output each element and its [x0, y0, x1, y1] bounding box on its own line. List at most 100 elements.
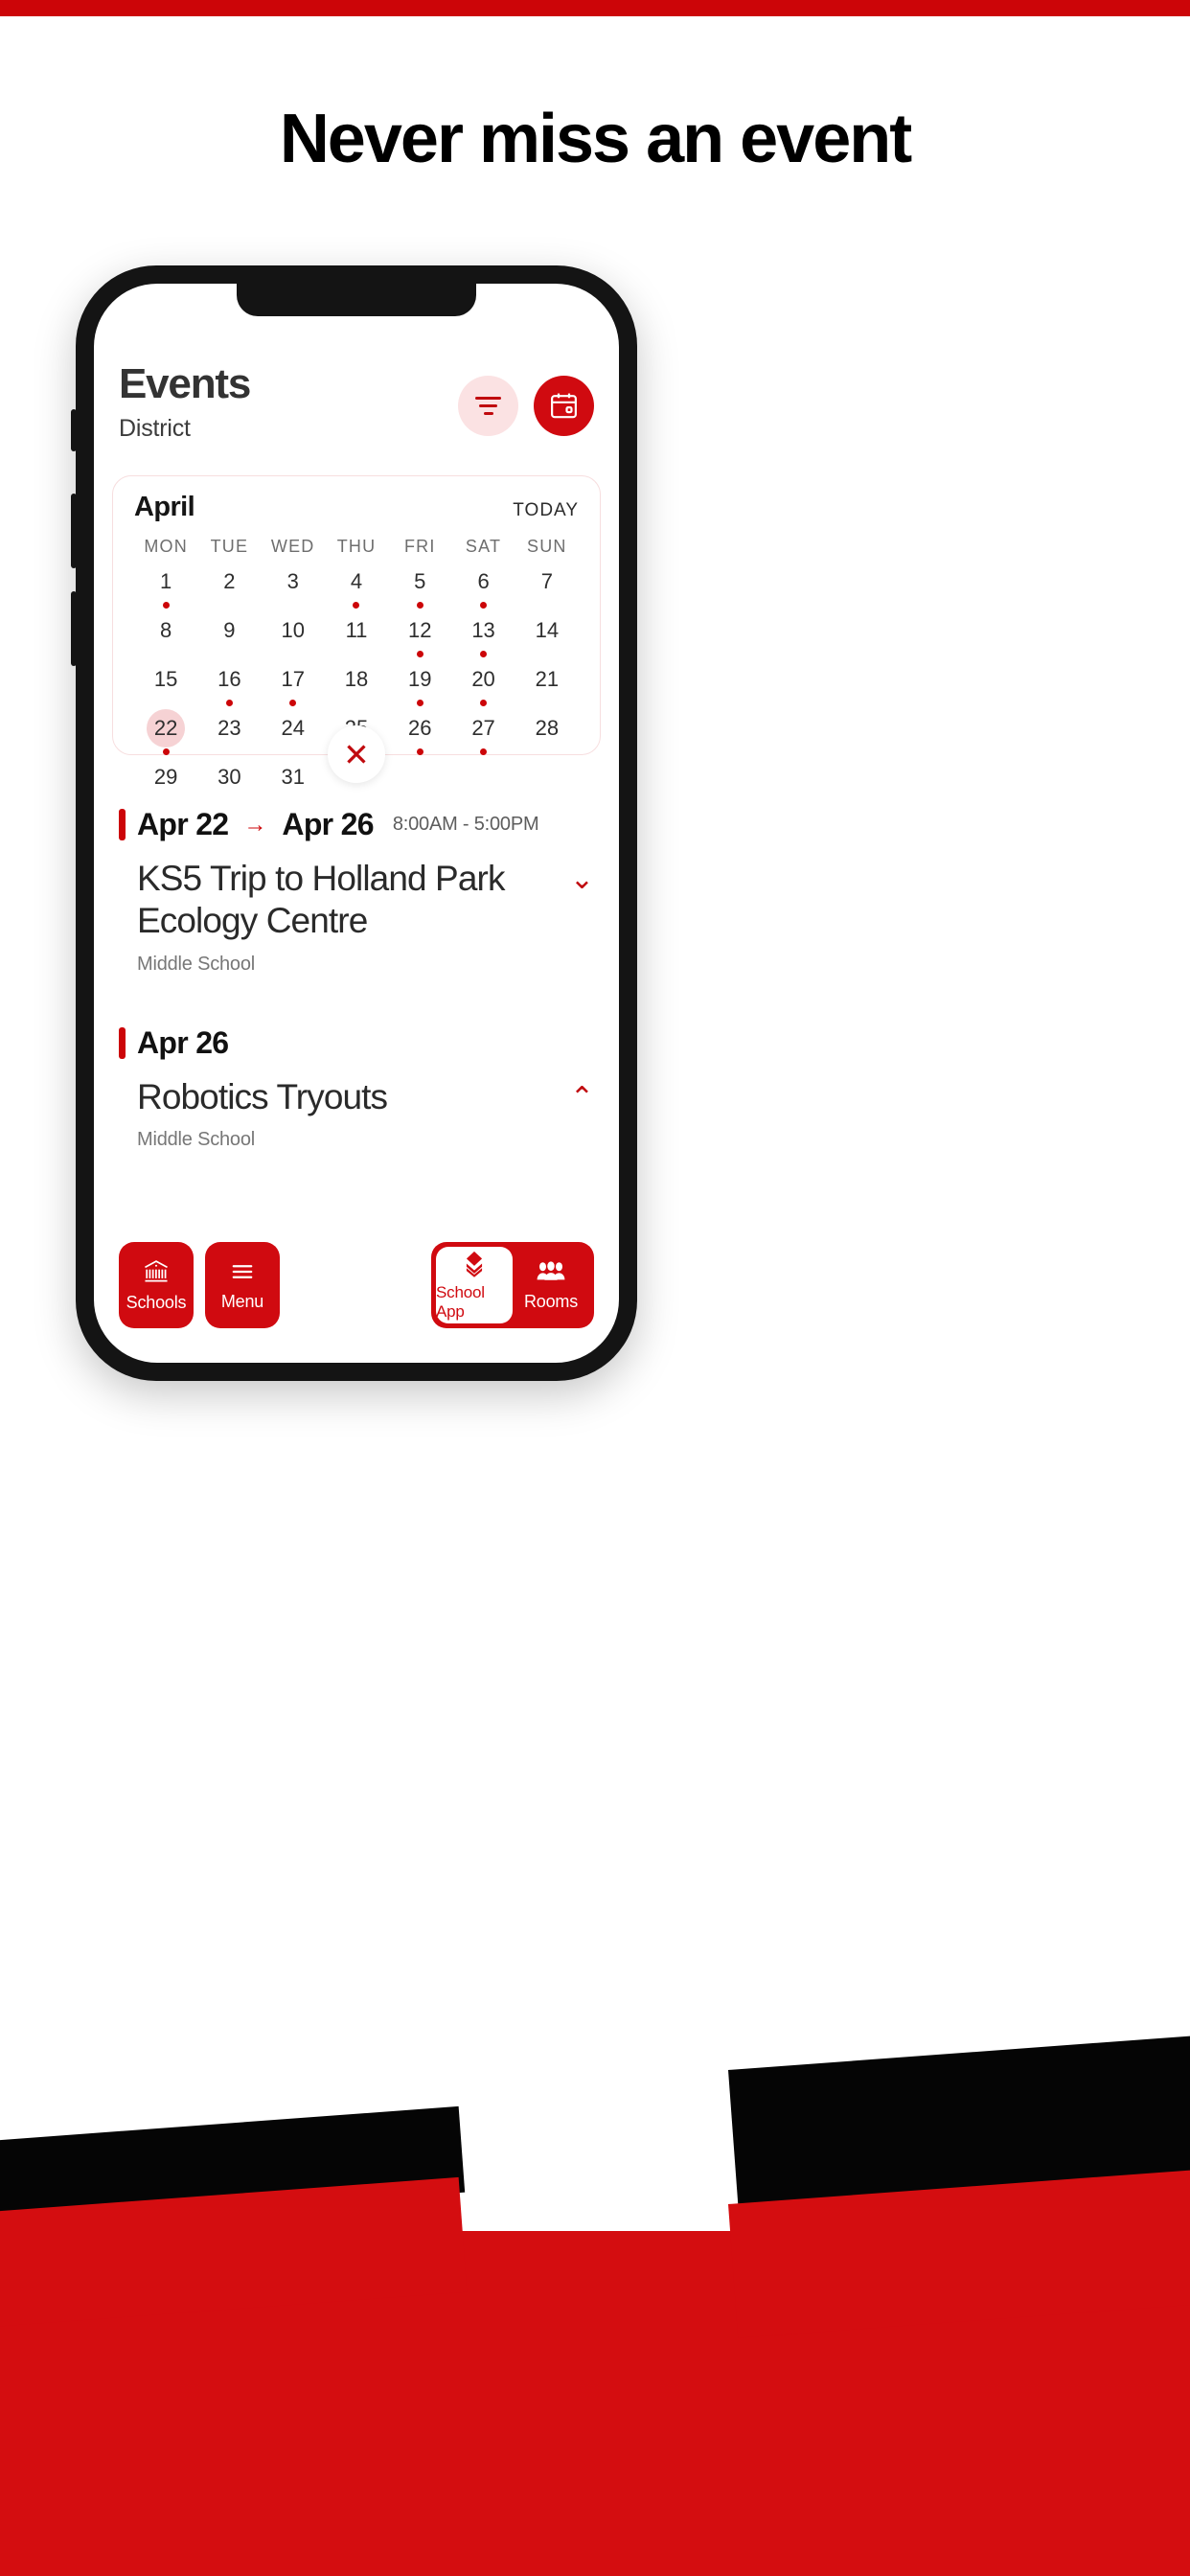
calendar-day-number: 15 — [153, 667, 178, 691]
calendar-day-1[interactable]: 1 — [134, 563, 197, 611]
calendar-day-9[interactable]: 9 — [197, 611, 261, 660]
calendar-day-number: 2 — [223, 569, 236, 593]
calendar-day-31[interactable]: 31 — [262, 758, 325, 807]
event-dot — [353, 602, 360, 609]
event-item[interactable]: Apr 22 → Apr 26 8:00AM - 5:00PM KS5 Trip to … — [119, 807, 594, 976]
calendar-day-23[interactable]: 23 — [197, 709, 261, 758]
nav-label-schools: Schools — [126, 1292, 187, 1312]
event-start-date: Apr 22 — [137, 807, 229, 841]
event-item[interactable]: Apr 26 Robotics Tryouts ⌃ Middle School — [119, 1025, 594, 1151]
calendar-month-label: April — [134, 492, 195, 522]
calendar-day-21[interactable]: 21 — [515, 660, 579, 709]
calendar-day-number: 3 — [286, 569, 299, 593]
calendar-day-30[interactable]: 30 — [197, 758, 261, 807]
event-date-row: Apr 26 — [119, 1025, 594, 1061]
event-date-row: Apr 22 → Apr 26 8:00AM - 5:00PM — [119, 807, 594, 842]
calendar-day-number: 12 — [408, 618, 432, 642]
calendar-day-6[interactable]: 6 — [451, 563, 515, 611]
nav-right-group: School App Rooms — [431, 1242, 594, 1328]
calendar-weekday-thu: THU — [336, 537, 377, 556]
nav-item-menu[interactable]: Menu — [205, 1242, 280, 1328]
calendar-day-2[interactable]: 2 — [197, 563, 261, 611]
nav-label-school-app: School App — [436, 1283, 485, 1321]
calendar-day-4[interactable]: 4 — [325, 563, 388, 611]
calendar-day-number: 18 — [344, 667, 369, 691]
event-time-range: 8:00AM - 5:00PM — [392, 814, 539, 835]
calendar-day-number: 27 — [471, 716, 495, 740]
calendar-day-26[interactable]: 26 — [388, 709, 451, 758]
calendar-weekday-mon: MON — [144, 537, 188, 556]
calendar-header: April TODAY — [134, 492, 579, 523]
event-dot — [225, 700, 233, 706]
calendar-day-12[interactable]: 12 — [388, 611, 451, 660]
calendar-day-number: 19 — [408, 667, 432, 691]
phone-volume-up-button — [71, 494, 77, 568]
calendar-day-11[interactable]: 11 — [325, 611, 388, 660]
chevron-down-icon[interactable]: ⌄ — [570, 865, 594, 894]
event-dot — [480, 700, 488, 706]
event-title: KS5 Trip to Holland Park Ecology Centre — [137, 859, 505, 941]
nav-item-rooms[interactable]: Rooms — [513, 1247, 589, 1323]
calendar-toggle-button[interactable] — [534, 376, 594, 436]
event-organisation: Middle School — [137, 1129, 256, 1151]
calendar-day-number: 24 — [281, 716, 305, 740]
calendar-day-29[interactable]: 29 — [134, 758, 197, 807]
calendar-day-10[interactable]: 10 — [262, 611, 325, 660]
calendar-day-number: 11 — [345, 618, 368, 642]
calendar-day-5[interactable]: 5 — [388, 563, 451, 611]
calendar-day-7[interactable]: 7 — [515, 563, 579, 611]
calendar-day-18[interactable]: 18 — [325, 660, 388, 709]
calendar-close-button[interactable]: ✕ — [328, 725, 385, 783]
phone-volume-down-button — [71, 591, 77, 666]
nav-item-school-app[interactable]: School App — [436, 1247, 513, 1323]
calendar-day-27[interactable]: 27 — [451, 709, 515, 758]
calendar-day-22[interactable]: 22 — [134, 709, 197, 758]
date-range-arrow-icon: → — [243, 811, 267, 838]
calendar-day-number: 5 — [414, 569, 426, 593]
calendar-day-8[interactable]: 8 — [134, 611, 197, 660]
page-subtitle: District — [119, 415, 191, 443]
event-accent-bar — [119, 809, 126, 840]
app-header: Events District — [94, 360, 619, 462]
top-red-strip — [0, 0, 1190, 16]
event-dot — [416, 748, 423, 755]
calendar-today-button[interactable]: TODAY — [513, 500, 579, 521]
calendar-day-17[interactable]: 17 — [262, 660, 325, 709]
layers-icon — [459, 1249, 490, 1277]
chevron-up-icon[interactable]: ⌃ — [570, 1083, 594, 1113]
event-dot — [162, 602, 170, 609]
event-dot — [480, 748, 488, 755]
calendar-day-number: 23 — [217, 716, 241, 740]
calendar-day-15[interactable]: 15 — [134, 660, 197, 709]
calendar-day-28[interactable]: 28 — [515, 709, 579, 758]
calendar-day-16[interactable]: 16 — [197, 660, 261, 709]
event-dot — [416, 651, 423, 657]
phone-notch — [237, 284, 476, 316]
event-body: KS5 Trip to Holland Park Ecology Centre ⌄ — [119, 858, 594, 943]
calendar-day-number: 28 — [535, 716, 560, 740]
events-list: Apr 22 → Apr 26 8:00AM - 5:00PM KS5 Trip to … — [94, 807, 619, 1157]
calendar-day-13[interactable]: 13 — [451, 611, 515, 660]
calendar-day-number: 16 — [217, 667, 241, 691]
calendar-day-number: 13 — [471, 618, 495, 642]
calendar-day-number: 14 — [535, 618, 560, 642]
filter-button[interactable] — [458, 376, 518, 436]
calendar-day-20[interactable]: 20 — [451, 660, 515, 709]
calendar-day-number: 7 — [540, 569, 553, 593]
event-dot — [416, 700, 423, 706]
event-end-date: Apr 26 — [282, 807, 374, 841]
calendar-weekday-sat: SAT — [465, 537, 502, 556]
filter-icon — [475, 397, 501, 415]
calendar-weekday-fri: FRI — [403, 537, 436, 556]
nav-left-group: Schools Menu — [119, 1242, 280, 1328]
event-dot — [289, 700, 297, 706]
nav-item-schools[interactable]: Schools — [119, 1242, 194, 1328]
calendar-day-number: 21 — [535, 667, 560, 691]
phone-screen: Events District April TODAY MON TUE WED … — [94, 284, 619, 1363]
phone-mockup: Events District April TODAY MON TUE WED … — [71, 265, 637, 1381]
calendar-day-19[interactable]: 19 — [388, 660, 451, 709]
calendar-day-24[interactable]: 24 — [262, 709, 325, 758]
calendar-day-3[interactable]: 3 — [262, 563, 325, 611]
calendar-day-14[interactable]: 14 — [515, 611, 579, 660]
calendar-day-number: 6 — [477, 569, 490, 593]
